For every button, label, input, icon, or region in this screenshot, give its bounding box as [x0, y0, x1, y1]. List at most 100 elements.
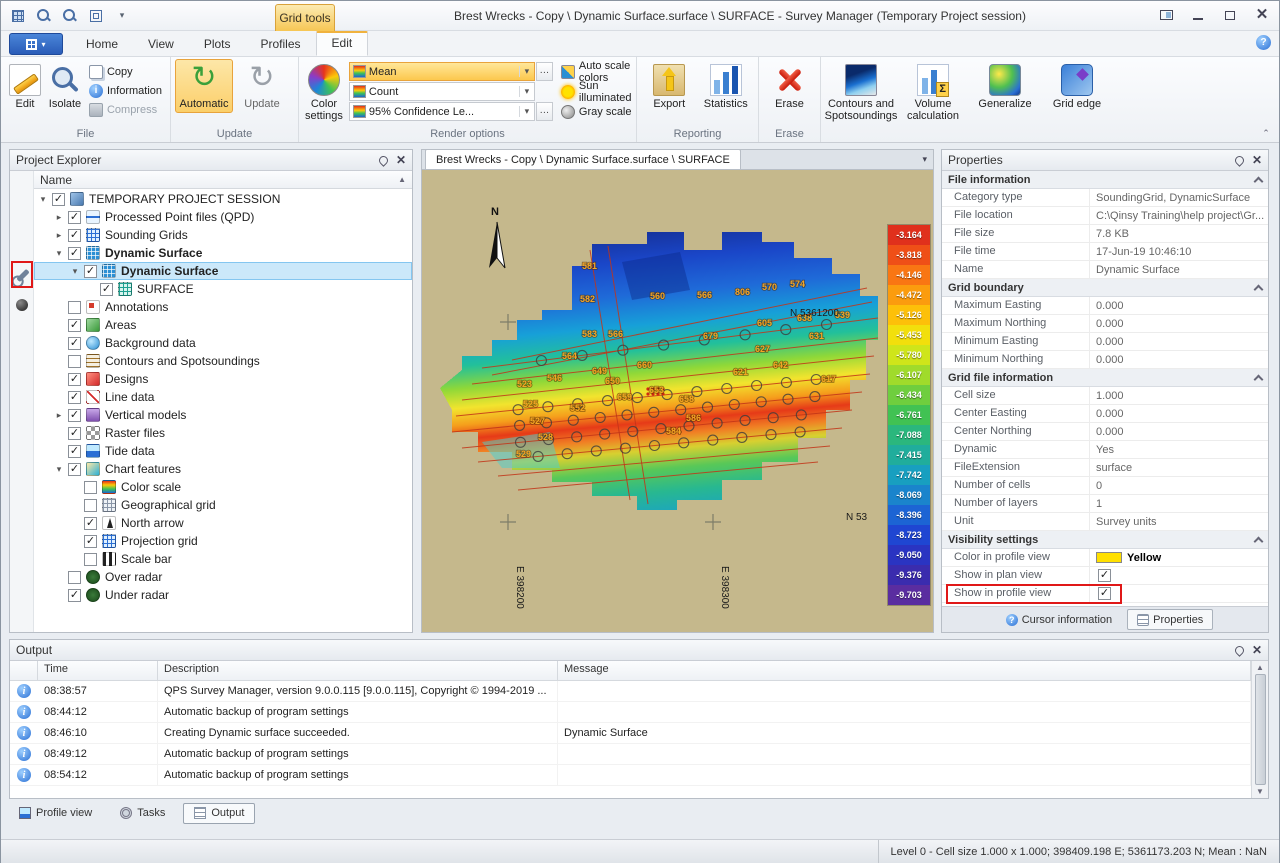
application-menu-button[interactable]: ▾ — [9, 33, 63, 55]
more-options-button[interactable]: … — [536, 62, 553, 81]
statistics-button[interactable]: Statistics — [698, 59, 755, 113]
property-row[interactable]: Center Northing0.000 — [942, 423, 1268, 441]
tree-item[interactable]: ✓Projection grid — [34, 532, 412, 550]
checkbox[interactable]: ✓ — [68, 247, 81, 260]
checkbox[interactable]: ✓ — [68, 319, 81, 332]
ribbon-collapse-button[interactable]: ⌃ — [1259, 128, 1273, 140]
checkbox[interactable]: ✓ — [1098, 569, 1111, 582]
layer-combo-3[interactable]: 95% Confidence Le...▾ — [349, 102, 535, 121]
toggle-autoscale[interactable]: Auto scale colors — [557, 62, 636, 81]
property-row[interactable]: Show in profile view✓ — [942, 585, 1268, 603]
property-row[interactable]: Maximum Northing0.000 — [942, 315, 1268, 333]
tree-item[interactable]: Annotations — [34, 298, 412, 316]
fullscreen-icon[interactable] — [85, 7, 107, 25]
zoom-in-icon[interactable] — [33, 7, 55, 25]
tree-item[interactable]: ▸✓Processed Point files (QPD) — [34, 208, 412, 226]
expander-icon[interactable]: ▸ — [52, 410, 66, 421]
output-column-header[interactable] — [10, 661, 38, 680]
close-button[interactable]: ✕ — [1251, 6, 1273, 24]
checkbox[interactable]: ✓ — [84, 535, 97, 548]
checkbox[interactable]: ✓ — [1098, 587, 1111, 600]
checkbox[interactable]: ✓ — [68, 409, 81, 422]
properties-section-header[interactable]: Grid file information — [942, 369, 1268, 387]
toggle-sun[interactable]: Sun illuminated — [557, 82, 636, 101]
property-row[interactable]: FileExtensionsurface — [942, 459, 1268, 477]
checkbox[interactable]: ✓ — [100, 283, 113, 296]
expander-icon[interactable]: ▾ — [52, 248, 66, 259]
checkbox[interactable] — [68, 571, 81, 584]
scroll-down-icon[interactable]: ▼ — [1256, 787, 1264, 796]
tab-properties[interactable]: Properties — [1127, 609, 1213, 630]
property-row[interactable]: File locationC:\Qinsy Training\help proj… — [942, 207, 1268, 225]
checkbox[interactable] — [68, 355, 81, 368]
isolate-button[interactable]: Isolate — [45, 59, 85, 113]
layer-combo-2[interactable]: Count▾ — [349, 82, 535, 101]
property-row[interactable]: Minimum Northing0.000 — [942, 351, 1268, 369]
volume-button[interactable]: Volume calculation — [897, 59, 969, 125]
tree-item[interactable]: ✓North arrow — [34, 514, 412, 532]
close-icon[interactable]: ✕ — [1252, 153, 1262, 167]
automatic-update-button[interactable]: Automatic — [175, 59, 233, 113]
tree-column-header[interactable]: Name ▲ — [34, 171, 412, 189]
tab-cursor-information[interactable]: ?Cursor information — [997, 609, 1121, 630]
tree-item[interactable]: ▾✓TEMPORARY PROJECT SESSION — [34, 190, 412, 208]
checkbox[interactable]: ✓ — [52, 193, 65, 206]
chevron-up-icon[interactable] — [1254, 284, 1264, 294]
property-row[interactable]: Category typeSoundingGrid, DynamicSurfac… — [942, 189, 1268, 207]
chevron-up-icon[interactable] — [1254, 374, 1264, 384]
color-settings-button[interactable]: Color settings — [303, 59, 345, 125]
property-row[interactable]: Maximum Easting0.000 — [942, 297, 1268, 315]
expander-icon[interactable]: ▾ — [36, 194, 50, 205]
checkbox[interactable]: ✓ — [68, 211, 81, 224]
pin-icon[interactable] — [1233, 154, 1246, 167]
output-row[interactable]: i08:44:12Automatic backup of program set… — [10, 702, 1251, 723]
layer-combo-1[interactable]: Mean▾ — [349, 62, 535, 81]
properties-section-header[interactable]: Visibility settings — [942, 531, 1268, 549]
more-options-button[interactable]: … — [536, 102, 553, 121]
expander-icon[interactable]: ▾ — [52, 464, 66, 475]
customize-quick-access-arrow[interactable]: ▾ — [111, 7, 133, 25]
checkbox[interactable]: ✓ — [68, 373, 81, 386]
output-row[interactable]: i08:54:12Automatic backup of program set… — [10, 765, 1251, 786]
checkbox[interactable]: ✓ — [68, 337, 81, 350]
property-row[interactable]: UnitSurvey units — [942, 513, 1268, 531]
tree-item[interactable]: Scale bar — [34, 550, 412, 568]
context-tab-grid-tools[interactable]: Grid tools — [275, 4, 335, 31]
toggle-gray[interactable]: Gray scale — [557, 102, 636, 121]
help-icon[interactable]: ? — [1256, 35, 1271, 50]
property-row[interactable]: Center Easting0.000 — [942, 405, 1268, 423]
tree-item[interactable]: ✓SURFACE — [34, 280, 412, 298]
export-button[interactable]: Export — [641, 59, 698, 113]
checkbox[interactable]: ✓ — [68, 589, 81, 602]
chevron-down-icon[interactable]: ▾ — [519, 106, 534, 117]
tree-item[interactable]: ✓Raster files — [34, 424, 412, 442]
ribbon-tab-plots[interactable]: Plots — [189, 33, 246, 56]
tree-item[interactable]: ▸✓Sounding Grids — [34, 226, 412, 244]
ribbon-tab-home[interactable]: Home — [71, 33, 133, 56]
chevron-up-icon[interactable] — [1254, 536, 1264, 546]
checkbox[interactable]: ✓ — [68, 463, 81, 476]
chevron-up-icon[interactable] — [1254, 176, 1264, 186]
tree-item[interactable]: ✓Background data — [34, 334, 412, 352]
checkbox[interactable]: ✓ — [84, 265, 97, 278]
checkbox[interactable]: ✓ — [68, 445, 81, 458]
tree-item[interactable]: ✓Under radar — [34, 586, 412, 604]
tab-list-arrow-icon[interactable]: ▾ — [922, 154, 927, 165]
tree-item[interactable]: Over radar — [34, 568, 412, 586]
tree-item[interactable]: Color scale — [34, 478, 412, 496]
edit-button[interactable]: Edit — [5, 59, 45, 113]
table-icon[interactable] — [7, 7, 29, 25]
bottom-tab-profile-view[interactable]: Profile view — [9, 803, 102, 824]
properties-section-header[interactable]: File information — [942, 171, 1268, 189]
property-row[interactable]: Minimum Easting0.000 — [942, 333, 1268, 351]
chevron-down-icon[interactable]: ▾ — [519, 86, 534, 97]
property-row[interactable]: Show in plan view✓ — [942, 567, 1268, 585]
checkbox[interactable]: ✓ — [68, 427, 81, 440]
checkbox[interactable] — [68, 301, 81, 314]
generalize-button[interactable]: Generalize — [969, 59, 1041, 113]
tree-item[interactable]: ▾✓Dynamic Surface — [34, 262, 412, 280]
erase-button[interactable]: Erase — [763, 59, 816, 113]
ribbon-tab-profiles[interactable]: Profiles — [246, 33, 316, 56]
tree-item[interactable]: ✓Line data — [34, 388, 412, 406]
zoom-out-icon[interactable] — [59, 7, 81, 25]
